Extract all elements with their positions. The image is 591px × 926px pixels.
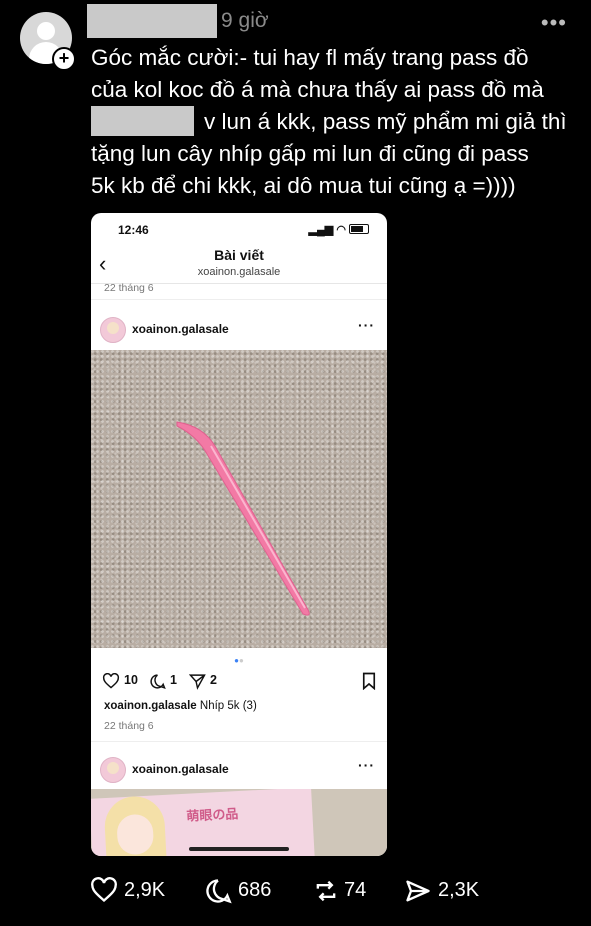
post-line: Góc mắc cười:- tui hay fl mấy trang pass… <box>91 45 529 70</box>
status-bar: 12:46 ▂▄▆ ◠ <box>91 213 387 245</box>
caption-text: Nhíp 5k (3) <box>199 700 257 712</box>
post-line: v lun á kkk, pass mỹ phẩm mi giả thì <box>91 106 576 138</box>
carousel-dots: ●● <box>234 656 244 665</box>
profile-avatar <box>100 757 126 783</box>
share-icon <box>189 674 206 690</box>
more-options-icon[interactable]: ••• <box>541 10 567 36</box>
tweezer-illustration <box>176 421 310 616</box>
nav-title: Bài viết <box>214 247 264 263</box>
follow-plus-icon[interactable]: + <box>52 47 76 71</box>
tweezer-photo <box>91 350 387 648</box>
signal-icon: ▂▄▆ <box>308 224 334 236</box>
wifi-icon: ◠ <box>336 224 346 236</box>
home-indicator <box>189 847 289 851</box>
post-caption: xoainon.galasale Nhíp 5k (3) <box>104 700 257 712</box>
status-clock: 12:46 <box>118 223 149 237</box>
product-photo: 萌眼の品 <box>91 789 387 856</box>
mention-redacted[interactable] <box>91 106 194 136</box>
heart-icon <box>102 673 120 689</box>
post-date: 22 tháng 6 <box>104 282 154 294</box>
post-header: xoainon.galasale ··· <box>100 317 375 343</box>
nav-subtitle: xoainon.galasale <box>197 266 281 278</box>
comment-count: 686 <box>238 879 272 901</box>
comment-icon <box>206 879 232 904</box>
avatar-head-shape <box>37 22 55 40</box>
profile-username: xoainon.galasale <box>132 762 229 776</box>
post-line: của kol koc đồ á mà chưa thấy ai pass đồ… <box>91 77 544 102</box>
username-redacted[interactable] <box>87 4 217 38</box>
share-count: 2,3K <box>438 879 480 901</box>
repost-icon <box>316 880 336 902</box>
profile-username: xoainon.galasale <box>132 322 229 336</box>
status-icons: ▂▄▆ ◠ <box>309 223 369 236</box>
card-title: 萌眼の品 <box>185 806 239 824</box>
comment-icon <box>150 674 166 690</box>
repost-count: 74 <box>344 879 367 901</box>
divider <box>91 741 387 742</box>
post-more-icon: ··· <box>358 757 375 773</box>
caption-username: xoainon.galasale <box>104 700 197 712</box>
attached-screenshot[interactable]: 12:46 ▂▄▆ ◠ ‹ Bài viết xoainon.galasale … <box>91 213 387 856</box>
post-date: 22 tháng 6 <box>104 720 154 732</box>
post-header: xoainon.galasale ··· <box>100 757 375 783</box>
post-line: tặng lun cây nhíp gấp mi lun đi cũng đi … <box>91 141 529 166</box>
like-count: 10 <box>124 673 138 687</box>
post-text: Góc mắc cười:- tui hay fl mấy trang pass… <box>91 42 576 202</box>
send-icon <box>406 880 430 902</box>
divider <box>91 299 387 300</box>
post-time: 9 giờ <box>221 9 269 32</box>
post-actions: 10 1 2 <box>102 670 377 694</box>
heart-icon <box>91 877 117 903</box>
post-line-text: v lun á kkk, pass mỹ phẩm mi giả thì <box>204 109 567 134</box>
engagement-bar: 2,9K 686 74 2,3K <box>90 873 510 909</box>
avatar-wrap[interactable]: + <box>20 12 76 71</box>
post-more-icon: ··· <box>358 317 375 333</box>
share-count: 2 <box>210 673 217 687</box>
comment-count: 1 <box>170 673 177 687</box>
profile-avatar <box>100 317 126 343</box>
battery-icon <box>349 224 369 234</box>
like-count: 2,9K <box>124 879 166 901</box>
bookmark-icon <box>362 672 376 690</box>
post-line: 5k kb để chi kkk, ai dô mua tui cũng ạ =… <box>91 173 516 198</box>
screenshot-nav: ‹ Bài viết xoainon.galasale <box>91 245 387 284</box>
eyelash-product-card: 萌眼の品 <box>91 789 315 856</box>
